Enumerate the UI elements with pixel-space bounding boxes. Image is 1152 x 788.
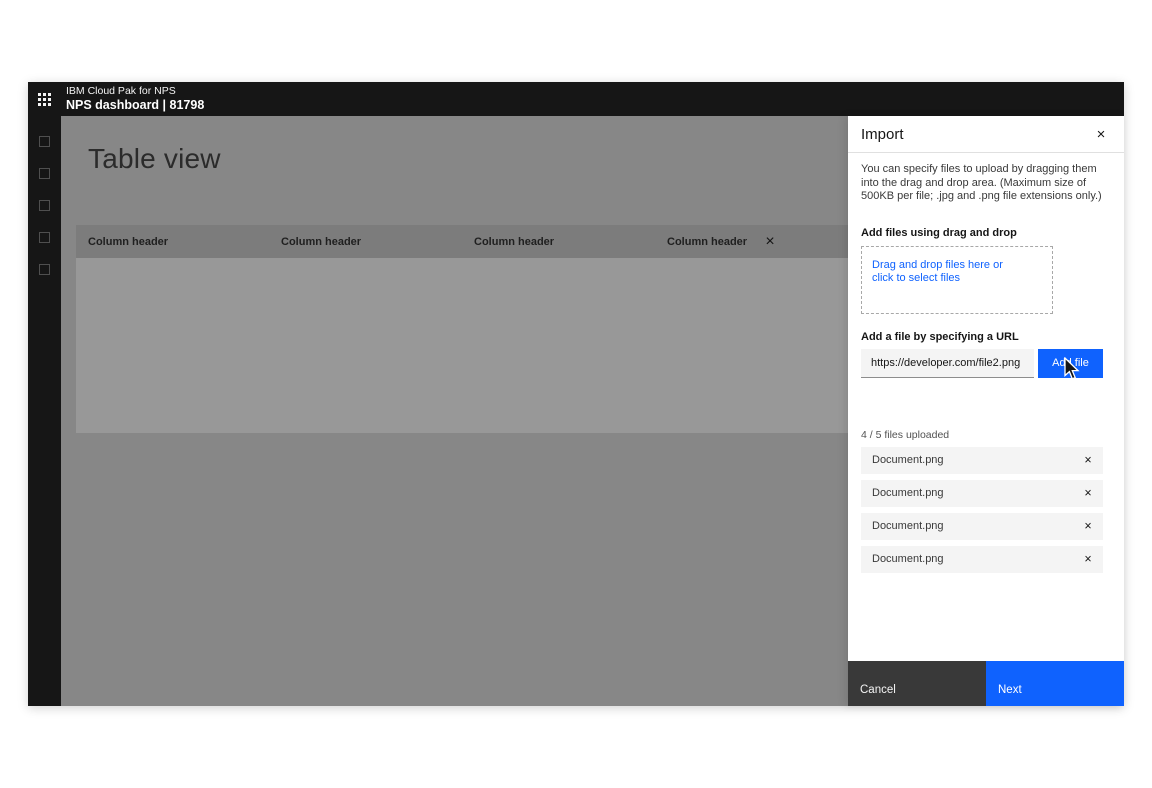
header-titles: IBM Cloud Pak for NPS NPS dashboard | 81…: [66, 85, 204, 113]
remove-file-icon close-icon[interactable]: ×: [1073, 480, 1103, 507]
app-window: IBM Cloud Pak for NPS NPS dashboard | 81…: [28, 82, 1124, 706]
sidebar-item-5 square-icon[interactable]: [39, 264, 50, 275]
url-section-label: Add a file by specifying a URL: [861, 331, 1103, 343]
app-switcher-icon: [38, 93, 51, 106]
close-icon[interactable]: ×: [1088, 116, 1114, 153]
sidebar-item-2 square-icon[interactable]: [39, 168, 50, 179]
url-entry-row: Add file: [861, 349, 1103, 378]
upload-counter: 4 / 5 files uploaded: [861, 429, 1103, 441]
file-name: Document.png: [872, 553, 1073, 565]
url-input[interactable]: [861, 349, 1034, 378]
import-description: You can specify files to upload by dragg…: [861, 163, 1105, 204]
file-name: Document.png: [872, 454, 1073, 466]
file-row: Document.png ×: [861, 480, 1103, 507]
add-file-button[interactable]: Add file: [1038, 349, 1103, 378]
file-name: Document.png: [872, 520, 1073, 532]
drag-drop-section-label: Add files using drag and drop: [861, 227, 1103, 239]
import-panel-footer: Cancel Next: [848, 661, 1124, 706]
file-row: Document.png ×: [861, 546, 1103, 573]
import-panel-body: You can specify files to upload by dragg…: [848, 153, 1124, 573]
page-title: Table view: [88, 143, 221, 175]
column-header-3: Column header: [474, 236, 554, 248]
product-name: IBM Cloud Pak for NPS: [66, 85, 204, 98]
app-switcher-button[interactable]: [28, 82, 61, 116]
remove-file-icon close-icon[interactable]: ×: [1073, 546, 1103, 573]
sidebar-item-1 square-icon[interactable]: [39, 136, 50, 147]
import-panel: Import × You can specify files to upload…: [848, 116, 1124, 706]
page-name: NPS dashboard | 81798: [66, 98, 204, 113]
top-header-bar: IBM Cloud Pak for NPS NPS dashboard | 81…: [28, 82, 1124, 116]
drag-drop-zone[interactable]: Drag and drop files here or click to sel…: [861, 246, 1053, 314]
file-row: Document.png ×: [861, 513, 1103, 540]
next-button[interactable]: Next: [986, 661, 1124, 706]
table-close-icon[interactable]: ×: [758, 225, 782, 258]
dropzone-text-line-1: Drag and drop files here or: [872, 259, 1042, 273]
remove-file-icon close-icon[interactable]: ×: [1073, 513, 1103, 540]
column-header-2: Column header: [281, 236, 361, 248]
cancel-button[interactable]: Cancel: [848, 661, 986, 706]
import-panel-header: Import ×: [848, 116, 1124, 153]
file-row: Document.png ×: [861, 447, 1103, 474]
uploaded-file-list: Document.png × Document.png × Document.p…: [861, 447, 1103, 573]
sidebar-item-4 square-icon[interactable]: [39, 232, 50, 243]
file-name: Document.png: [872, 487, 1073, 499]
column-header-4: Column header: [667, 236, 747, 248]
left-nav-rail: [28, 116, 61, 706]
sidebar-item-3 square-icon[interactable]: [39, 200, 50, 211]
column-header-1: Column header: [88, 236, 168, 248]
remove-file-icon close-icon[interactable]: ×: [1073, 447, 1103, 474]
dropzone-text-line-2: click to select files: [872, 272, 1042, 286]
import-panel-title: Import: [861, 126, 904, 143]
